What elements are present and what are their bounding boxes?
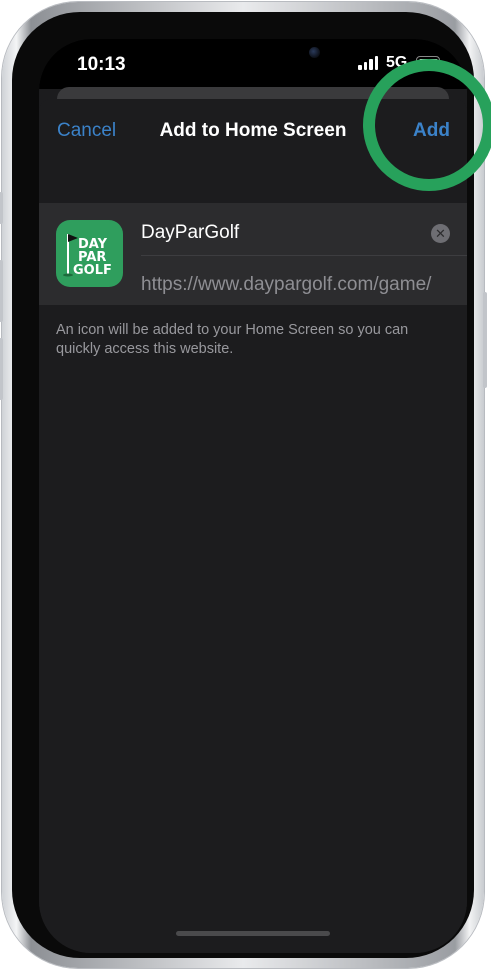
battery-icon <box>416 56 440 69</box>
screen: 10:13 5G Cancel Add to Home Screen Add D… <box>39 39 467 953</box>
status-bar: 10:13 5G <box>39 39 467 89</box>
phone-frame: 10:13 5G Cancel Add to Home Screen Add D… <box>0 2 487 968</box>
golf-flag-logo-icon: DAY PAR GOLF <box>63 234 112 278</box>
add-button[interactable]: Add <box>413 120 450 142</box>
clear-text-icon[interactable]: ✕ <box>431 224 450 243</box>
phone-body: 10:13 5G Cancel Add to Home Screen Add D… <box>12 12 474 958</box>
notch <box>166 39 341 71</box>
network-type: 5G <box>386 54 408 71</box>
signal-bars-icon <box>358 56 380 70</box>
logo-line-golf: GOLF <box>73 263 112 278</box>
bookmark-card: DAY PAR GOLF DayParGolf ✕ https://www.da… <box>39 203 467 305</box>
volume-down-button <box>0 338 3 400</box>
card-divider <box>141 255 467 256</box>
bookmark-name-input[interactable]: DayParGolf <box>141 219 423 247</box>
home-indicator[interactable] <box>176 931 330 936</box>
volume-up-button <box>0 260 3 322</box>
action-button <box>0 192 3 224</box>
front-camera <box>309 47 320 58</box>
power-button <box>483 292 487 388</box>
hint-text: An icon will be added to your Home Scree… <box>56 322 409 357</box>
bookmark-url: https://www.daypargolf.com/game/ <box>141 274 432 295</box>
add-to-home-sheet: Cancel Add to Home Screen Add DAY PAR GO… <box>39 99 467 953</box>
daypargolf-app-icon: DAY PAR GOLF <box>56 220 123 287</box>
sheet-title: Add to Home Screen <box>159 120 347 141</box>
status-time: 10:13 <box>77 54 126 75</box>
